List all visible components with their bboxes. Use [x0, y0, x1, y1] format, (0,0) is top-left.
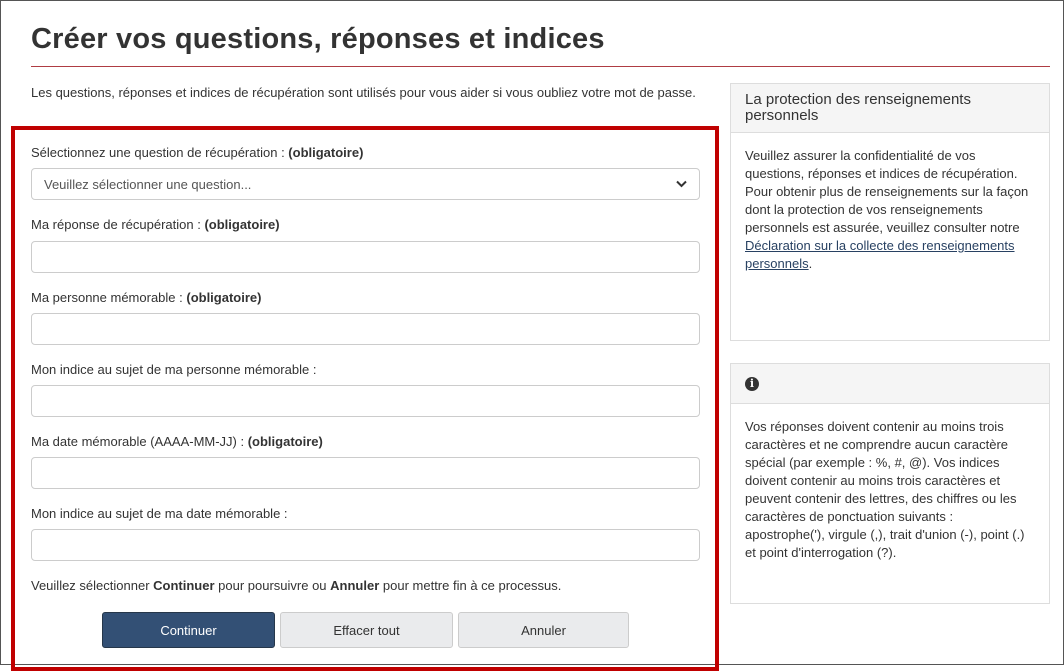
- question-select-value: Veuillez sélectionner une question...: [44, 176, 252, 192]
- answer-input[interactable]: [31, 241, 700, 273]
- page-title: Créer vos questions, réponses et indices: [31, 23, 605, 55]
- person-label-text: Ma personne mémorable :: [31, 290, 187, 305]
- required-tag: (obligatoire): [288, 145, 364, 160]
- instruction-pre: Veuillez sélectionner: [31, 578, 154, 593]
- date-input[interactable]: [31, 457, 700, 489]
- required-tag: (obligatoire): [204, 217, 280, 232]
- question-select[interactable]: Veuillez sélectionner une question...: [31, 168, 700, 200]
- answer-label-text: Ma réponse de récupération :: [31, 217, 205, 232]
- info-panel-heading: i: [731, 364, 1049, 404]
- date-hint-label: Mon indice au sujet de ma date mémorable…: [31, 506, 288, 521]
- person-input[interactable]: [31, 313, 700, 345]
- question-label: Sélectionnez une question de récupératio…: [31, 145, 363, 160]
- page-frame: Créer vos questions, réponses et indices…: [0, 0, 1064, 671]
- required-tag: (obligatoire): [186, 290, 262, 305]
- clear-all-button[interactable]: Effacer tout: [280, 612, 453, 648]
- instruction-post: pour mettre fin à ce processus.: [379, 578, 562, 593]
- cancel-button[interactable]: Annuler: [458, 612, 629, 648]
- instruction-text: Veuillez sélectionner Continuer pour pou…: [31, 578, 561, 593]
- person-hint-label: Mon indice au sujet de ma personne mémor…: [31, 362, 317, 377]
- intro-text: Les questions, réponses et indices de ré…: [31, 85, 696, 100]
- question-label-text: Sélectionnez une question de récupératio…: [31, 145, 289, 160]
- info-panel: i Vos réponses doivent contenir au moins…: [730, 363, 1050, 604]
- instruction-continue-word: Continuer: [153, 578, 215, 593]
- required-tag: (obligatoire): [247, 434, 323, 449]
- privacy-statement-link[interactable]: Déclaration sur la collecte des renseign…: [745, 238, 1015, 271]
- date-hint-input[interactable]: [31, 529, 700, 561]
- privacy-panel: La protection des renseignements personn…: [730, 83, 1050, 341]
- person-hint-input[interactable]: [31, 385, 700, 417]
- date-label-text: Ma date mémorable (AAAA-MM-JJ) :: [31, 434, 248, 449]
- instruction-mid: pour poursuivre ou: [214, 578, 331, 593]
- person-label: Ma personne mémorable : (obligatoire): [31, 290, 261, 305]
- chevron-down-icon: [676, 177, 687, 191]
- info-circle-icon: i: [745, 377, 759, 391]
- privacy-panel-heading: La protection des renseignements personn…: [731, 84, 1049, 133]
- privacy-body-tail: .: [808, 256, 813, 271]
- answer-label: Ma réponse de récupération : (obligatoir…: [31, 217, 280, 232]
- continue-button[interactable]: Continuer: [102, 612, 275, 648]
- info-panel-body: Vos réponses doivent contenir au moins t…: [745, 419, 1025, 560]
- title-divider: [31, 66, 1050, 67]
- privacy-body-text: Veuillez assurer la confidentialité de v…: [745, 148, 1029, 235]
- date-label: Ma date mémorable (AAAA-MM-JJ) : (obliga…: [31, 434, 323, 449]
- privacy-panel-body: Veuillez assurer la confidentialité de v…: [731, 133, 1049, 285]
- instruction-cancel-word: Annuler: [330, 578, 380, 593]
